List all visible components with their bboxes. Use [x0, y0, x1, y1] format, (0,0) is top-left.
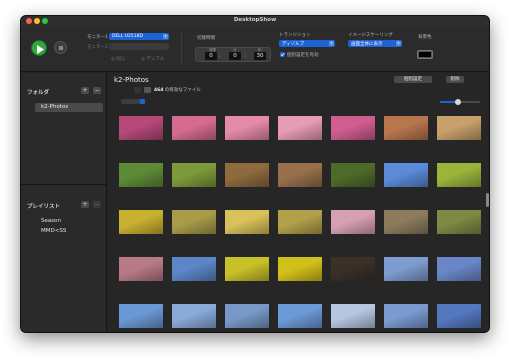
- photo-thumbnail[interactable]: [118, 209, 163, 234]
- photo-thumbnail[interactable]: [330, 162, 375, 187]
- bgcolor-swatch: [419, 52, 431, 57]
- sidebar-item-playlist[interactable]: Season: [41, 218, 61, 224]
- monitor2-select[interactable]: [109, 43, 169, 50]
- thumbnail-grid: [114, 110, 485, 332]
- minutes-field[interactable]: 0: [229, 52, 241, 60]
- photo-thumbnail[interactable]: [171, 209, 216, 234]
- photo-thumbnail[interactable]: [118, 115, 163, 140]
- option-dual[interactable]: ◎ デュアル: [141, 56, 164, 62]
- photo-thumbnail[interactable]: [330, 256, 375, 281]
- chevron-updown-icon: ⇕: [163, 34, 168, 39]
- stop-icon: [59, 46, 63, 50]
- individual-settings-button[interactable]: 個別設定: [394, 76, 432, 83]
- thumbnail-size-slider[interactable]: [440, 99, 480, 105]
- seconds-field[interactable]: 30: [254, 52, 266, 60]
- photo-thumbnail[interactable]: [277, 256, 322, 281]
- delete-button[interactable]: 削除: [446, 76, 464, 83]
- hours-field[interactable]: 0: [205, 52, 217, 60]
- folders-title: フォルダ: [27, 90, 50, 96]
- scaling-value: 画面全体に表示: [351, 42, 383, 47]
- photo-thumbnail[interactable]: [224, 162, 269, 187]
- interval-field-group: 時間 分 秒 0 : 0 : 30: [195, 47, 271, 62]
- photo-thumbnail[interactable]: [224, 256, 269, 281]
- sidebar-item-playlist[interactable]: MMD<SS: [41, 228, 66, 234]
- transition-select[interactable]: ディゾルブ ⇕: [279, 40, 335, 47]
- photo-thumbnail[interactable]: [224, 115, 269, 140]
- photo-thumbnail[interactable]: [171, 162, 216, 187]
- photo-thumbnail[interactable]: [436, 115, 481, 140]
- app-window: DesktopShow モニター1 DELL U2518D ⇕ モニター2 ◎ …: [20, 15, 490, 333]
- toolbar-divider: [181, 32, 182, 66]
- photo-thumbnail[interactable]: [436, 162, 481, 187]
- remove-folder-button[interactable]: −: [93, 87, 101, 94]
- transition-value: ディゾルブ: [282, 42, 305, 47]
- individual-setting-checkbox[interactable]: [280, 52, 285, 57]
- add-folder-button[interactable]: +: [81, 87, 89, 94]
- photo-thumbnail[interactable]: [171, 303, 216, 328]
- slider-knob[interactable]: [455, 99, 461, 105]
- individual-setting-label: 個別設定を有効: [287, 53, 319, 58]
- stop-button[interactable]: [54, 41, 67, 54]
- photo-thumbnail[interactable]: [383, 256, 428, 281]
- scaling-label: イメージスケーリング: [348, 33, 393, 38]
- sidebar: フォルダ + − k2-Photos プレイリスト + − Season MMD…: [21, 73, 107, 332]
- play-button[interactable]: [31, 40, 47, 56]
- photo-thumbnail[interactable]: [277, 209, 322, 234]
- sidebar-item-folder[interactable]: k2-Photos: [35, 103, 103, 112]
- photo-thumbnail[interactable]: [436, 256, 481, 281]
- photo-thumbnail[interactable]: [383, 303, 428, 328]
- photo-thumbnail[interactable]: [436, 209, 481, 234]
- option-same[interactable]: ◎ 同じ: [111, 56, 125, 62]
- grid-view-icon[interactable]: [144, 87, 151, 93]
- main-panel: k2-Photos 個別設定 削除 464 の有効なファイル: [108, 73, 489, 332]
- bgcolor-well[interactable]: [417, 50, 433, 59]
- toolbar: モニター1 DELL U2518D ⇕ モニター2 ◎ 同じ ◎ デュアル 切替…: [21, 26, 489, 72]
- add-playlist-button[interactable]: +: [81, 201, 89, 208]
- photo-thumbnail[interactable]: [277, 162, 322, 187]
- photo-thumbnail[interactable]: [224, 303, 269, 328]
- chevron-down-icon: [140, 99, 145, 104]
- photo-thumbnail[interactable]: [383, 162, 428, 187]
- photo-thumbnail[interactable]: [277, 303, 322, 328]
- photo-thumbnail[interactable]: [383, 115, 428, 140]
- list-view-icon[interactable]: [134, 87, 141, 93]
- folder-title: k2-Photos: [114, 76, 149, 84]
- scrollbar[interactable]: [486, 193, 489, 207]
- time-separator: :: [219, 53, 221, 59]
- interval-label: 切替時間: [197, 36, 215, 41]
- scaling-select[interactable]: 画面全体に表示 ⇕: [348, 40, 402, 47]
- photo-thumbnail[interactable]: [330, 303, 375, 328]
- photo-thumbnail[interactable]: [436, 303, 481, 328]
- monitor2-label: モニター2: [87, 45, 108, 50]
- photo-thumbnail[interactable]: [171, 256, 216, 281]
- chevron-updown-icon: ⇕: [329, 41, 334, 46]
- file-count: 464 の有効なファイル: [154, 88, 201, 93]
- transition-label: トランジション: [279, 33, 311, 38]
- checkmark-icon: [280, 53, 285, 57]
- photo-thumbnail[interactable]: [171, 115, 216, 140]
- photo-thumbnail[interactable]: [118, 256, 163, 281]
- monitor1-select[interactable]: DELL U2518D ⇕: [109, 33, 169, 40]
- filter-toggle[interactable]: [121, 99, 145, 104]
- monitor1-label: モニター1: [87, 35, 108, 40]
- playlists-title: プレイリスト: [27, 204, 61, 210]
- title-bar: DesktopShow: [21, 16, 489, 26]
- chevron-updown-icon: ⇕: [396, 41, 401, 46]
- photo-thumbnail[interactable]: [277, 115, 322, 140]
- time-separator: :: [244, 53, 246, 59]
- photo-thumbnail[interactable]: [383, 209, 428, 234]
- play-icon: [37, 44, 44, 54]
- photo-thumbnail[interactable]: [224, 209, 269, 234]
- sidebar-divider: [21, 184, 106, 185]
- photo-thumbnail[interactable]: [330, 115, 375, 140]
- photo-thumbnail[interactable]: [118, 303, 163, 328]
- bgcolor-label: 背景色: [418, 35, 432, 40]
- remove-playlist-button[interactable]: −: [93, 201, 101, 208]
- window-title: DesktopShow: [233, 17, 277, 23]
- monitor1-value: DELL U2518D: [112, 34, 143, 39]
- photo-thumbnail[interactable]: [330, 209, 375, 234]
- photo-thumbnail[interactable]: [118, 162, 163, 187]
